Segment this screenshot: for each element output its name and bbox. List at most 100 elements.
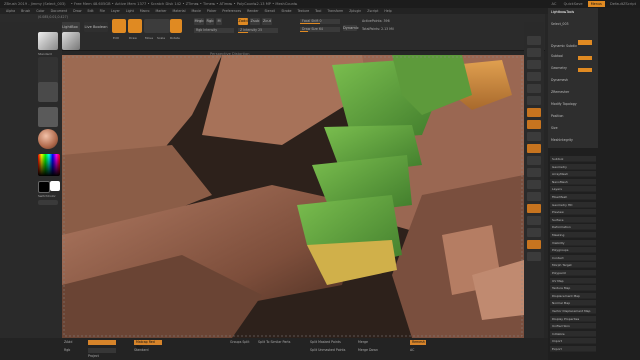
solo-button[interactable] (527, 240, 541, 249)
bpr-button[interactable] (527, 36, 541, 45)
local-button[interactable] (527, 132, 541, 141)
tray-section-item[interactable]: Surface (550, 216, 596, 223)
dynamic-button[interactable]: Dynamic (343, 25, 359, 31)
tray-top-item[interactable]: Dynamesh (551, 78, 595, 82)
menu-item-color[interactable]: Color (36, 9, 44, 13)
tray-section-item[interactable]: Import (550, 338, 596, 345)
project-button[interactable]: Project (88, 354, 99, 359)
quicksave-button[interactable]: QuickSave (564, 2, 583, 6)
menu-item-help[interactable]: Help (384, 9, 391, 13)
aahalf-button[interactable] (527, 96, 541, 105)
draw-size-slider[interactable]: Draw Size 64 (300, 27, 340, 32)
z-intensity-slider[interactable]: Z Intensity 25 (238, 28, 278, 33)
menu-item-brush[interactable]: Brush (21, 9, 30, 13)
tray-section-item[interactable]: Initialize (550, 330, 596, 337)
xyz-button[interactable] (527, 144, 541, 153)
zoom-button[interactable] (527, 72, 541, 81)
zintensity-bottom-slider[interactable] (88, 340, 116, 345)
tray-section-item[interactable]: Normal Map (550, 300, 596, 307)
lightbox-button[interactable]: LightBox (60, 22, 80, 32)
scroll-button[interactable] (527, 60, 541, 69)
remesh-button[interactable]: Remesh (410, 340, 426, 345)
secondary-color-swatch[interactable] (50, 181, 60, 191)
rgb-intensity-slider[interactable]: Rgb Intensity (194, 28, 234, 33)
tray-section-item[interactable]: Geometry (550, 163, 596, 170)
ghost-button[interactable] (527, 228, 541, 237)
rotate-mode-icon[interactable] (170, 19, 182, 33)
tray-section-item[interactable]: Displacement Map (550, 292, 596, 299)
menu-item-stencil[interactable]: Stencil (265, 9, 276, 13)
zadd-button[interactable]: Zadd (238, 18, 248, 25)
tray-section-item[interactable]: Polypaint (550, 270, 596, 276)
dynamic-subdiv-toggle[interactable] (578, 40, 592, 45)
menu-item-transform[interactable]: Transform (327, 9, 343, 13)
tray-section-item[interactable]: Masking (550, 232, 596, 238)
menu-item-render[interactable]: Render (247, 9, 258, 13)
tray-section-item[interactable]: Subtool (550, 156, 596, 162)
zsub-button[interactable]: Zsub (250, 18, 260, 25)
tray-section-item[interactable]: Deformation (550, 224, 596, 231)
menu-item-movie[interactable]: Movie (191, 9, 200, 13)
tray-section-item[interactable]: NanoMesh (550, 178, 596, 185)
primary-color-swatch[interactable] (38, 181, 50, 193)
brush-thumbnail-icon[interactable] (38, 32, 58, 50)
rgb-bottom-slider[interactable] (88, 348, 116, 353)
floor-button[interactable] (527, 120, 541, 129)
menu-item-picker[interactable]: Picker (207, 9, 217, 13)
rgb-button[interactable]: Rgb (206, 18, 214, 25)
texture-preview-icon[interactable] (38, 107, 58, 127)
menu-item-zscript[interactable]: Zscript (367, 9, 378, 13)
mrgb-button[interactable]: Mrgb (194, 18, 204, 25)
tray-section-item[interactable]: ArrayMesh (550, 171, 596, 178)
menu-item-edit[interactable]: Edit (87, 9, 93, 13)
menu-item-preferences[interactable]: Preferences (222, 9, 241, 13)
ac-bottom-button[interactable]: AC (410, 348, 414, 353)
default-zscript-button[interactable]: DefaultZScript (610, 2, 636, 6)
move-view-button[interactable] (527, 168, 541, 177)
merge-button[interactable]: Merge (358, 340, 368, 345)
tray-section-item[interactable]: Texture Map (550, 285, 596, 292)
zcut-button[interactable]: Zcut (262, 18, 272, 25)
tray-section-item[interactable]: Visibility (550, 239, 596, 246)
menu-item-stroke[interactable]: Stroke (281, 9, 291, 13)
material-bottom-field[interactable]: Matcap Red Wax (134, 340, 162, 349)
edit-mode-icon[interactable] (112, 19, 126, 33)
material-sphere-icon[interactable] (38, 129, 58, 149)
tray-top-item[interactable]: ZRemesher (551, 90, 595, 94)
polyf-button[interactable] (527, 204, 541, 213)
rotate-view-button[interactable] (527, 192, 541, 201)
split-unmasked-button[interactable]: Split Unmasked Points (310, 348, 345, 353)
menu-item-alpha[interactable]: Alpha (6, 9, 15, 13)
tray-section-item[interactable]: Layers (550, 186, 596, 193)
polysphere-icon[interactable] (62, 32, 80, 50)
m-button[interactable]: M (216, 18, 222, 25)
spix-button[interactable] (527, 48, 541, 57)
tray-section-item[interactable]: Vector Displacement Map (550, 308, 596, 314)
tray-section-item[interactable]: Contact (550, 254, 596, 261)
tray-top-item[interactable]: Geometry (551, 66, 595, 70)
draw-mode-icon[interactable] (128, 19, 142, 33)
document-viewport[interactable] (62, 55, 524, 338)
split-masked-button[interactable]: Split Masked Points (310, 340, 341, 345)
menu-item-tool[interactable]: Tool (315, 9, 321, 13)
split-similar-button[interactable]: Split To Similar Parts (258, 340, 290, 345)
menu-item-material[interactable]: Material (173, 9, 186, 13)
color-picker-icon[interactable] (38, 154, 60, 176)
transp-button[interactable] (527, 216, 541, 225)
alternate-button[interactable] (38, 200, 58, 205)
tray-top-item[interactable]: Position (551, 114, 595, 118)
focal-shift-slider[interactable]: Focal Shift 0 (300, 19, 340, 24)
tray-section-item[interactable]: Preview (550, 209, 596, 216)
menu-item-marker[interactable]: Marker (156, 9, 167, 13)
tray-section-item[interactable]: Export (550, 346, 596, 352)
xpose-button[interactable] (527, 252, 541, 261)
tray-section-item[interactable]: Morph Target (550, 262, 596, 269)
merge-down-button[interactable]: Merge Down (358, 348, 378, 353)
actual-button[interactable] (527, 84, 541, 93)
menu-item-texture[interactable]: Texture (297, 9, 309, 13)
menu-item-light[interactable]: Light (126, 9, 134, 13)
alpha-preview-icon[interactable] (38, 82, 58, 102)
tray-top-item[interactable]: Size (551, 126, 595, 130)
live-boolean-button[interactable]: Live Boolean (84, 22, 108, 32)
switch-color-label[interactable]: SwitchColor (38, 194, 56, 198)
